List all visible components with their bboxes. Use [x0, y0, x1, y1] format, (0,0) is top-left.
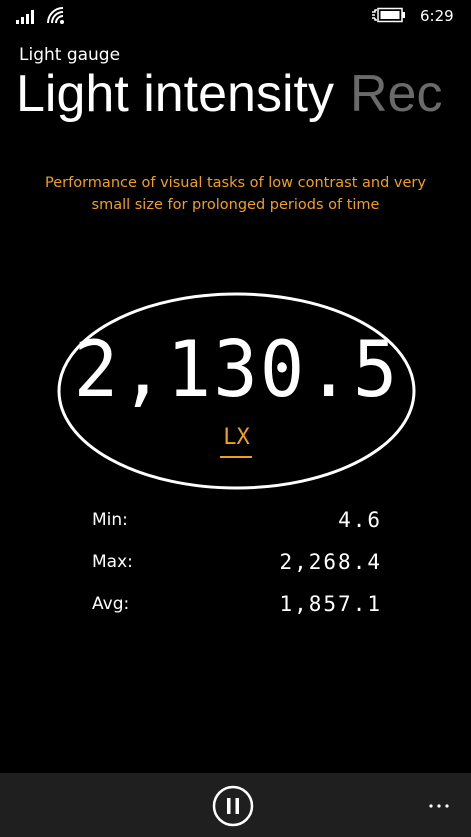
stat-row-avg: Avg: 1,857.1: [92, 591, 382, 621]
more-button[interactable]: [424, 791, 454, 821]
stat-value: 2,268.4: [279, 550, 382, 574]
lux-reading: 2,130.5: [73, 324, 400, 416]
description-text: Performance of visual tasks of low contr…: [45, 175, 426, 213]
clock: 6:29: [420, 7, 454, 25]
stat-value: 1,857.1: [279, 592, 382, 616]
signal-icon: [16, 10, 34, 24]
stat-row-max: Max: 2,268.4: [92, 549, 382, 579]
unit-underline: [220, 456, 252, 458]
stat-label: Max:: [92, 552, 133, 572]
pivot-item-next[interactable]: Rec: [350, 65, 442, 123]
pivot-header: Light intensity Rec: [16, 62, 442, 132]
more-icon: [429, 804, 449, 808]
light-gauge: 2,130.5 LX: [57, 292, 416, 490]
unit-label: LX: [223, 425, 250, 450]
status-bar: 6:29: [0, 0, 471, 32]
app-bar: [0, 773, 471, 837]
stat-value: 4.6: [338, 508, 382, 532]
pause-button[interactable]: [212, 785, 254, 827]
pivot-item-light-intensity[interactable]: Light intensity: [16, 65, 334, 123]
stat-row-min: Min: 4.6: [92, 507, 382, 537]
battery-charging-icon: [372, 7, 405, 23]
stat-label: Avg:: [92, 594, 130, 614]
stat-label: Min:: [92, 510, 128, 530]
wifi-icon: [47, 7, 64, 24]
pause-icon: [212, 785, 254, 827]
